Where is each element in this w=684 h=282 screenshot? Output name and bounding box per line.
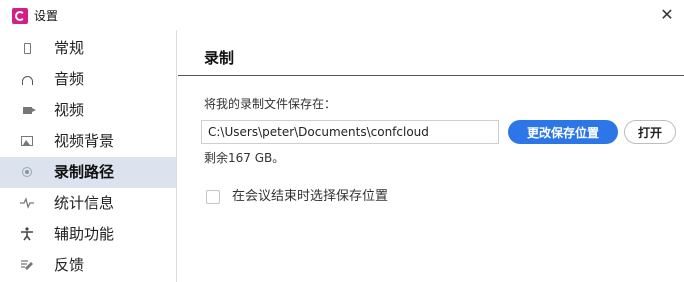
choose-location-checkbox[interactable] bbox=[206, 190, 220, 204]
open-folder-button[interactable]: 打开 bbox=[624, 120, 676, 144]
feedback-icon bbox=[20, 258, 34, 272]
settings-window: 设置 ✕ 常规 音频 视频 视频背景 录制路径 统计信息 辅助功能 反馈 录制 … bbox=[0, 0, 684, 282]
settings-content: 录制 将我的录制文件保存在： 更改保存位置 打开 剩余167 GB。 在会议结束… bbox=[178, 30, 684, 282]
save-path-label: 将我的录制文件保存在： bbox=[204, 97, 337, 111]
settings-sidebar: 常规 音频 视频 视频背景 录制路径 统计信息 辅助功能 反馈 bbox=[0, 30, 177, 282]
sidebar-item-general[interactable]: 常规 bbox=[0, 33, 176, 64]
sidebar-item-label: 音频 bbox=[54, 70, 85, 88]
pulse-icon bbox=[20, 196, 34, 210]
camera-icon bbox=[20, 103, 36, 117]
sidebar-item-label: 统计信息 bbox=[54, 194, 115, 212]
app-logo-icon bbox=[12, 8, 28, 24]
sidebar-item-video-background[interactable]: 视频背景 bbox=[0, 126, 176, 157]
sidebar-item-label: 常规 bbox=[54, 39, 85, 57]
change-location-button[interactable]: 更改保存位置 bbox=[508, 120, 618, 144]
headphone-icon bbox=[20, 72, 34, 86]
section-title: 录制 bbox=[204, 49, 235, 67]
free-space-text: 剩余167 GB。 bbox=[204, 151, 285, 165]
accessibility-icon bbox=[20, 227, 34, 241]
sidebar-item-video[interactable]: 视频 bbox=[0, 95, 176, 126]
sidebar-item-label: 视频 bbox=[54, 101, 85, 119]
sidebar-item-accessibility[interactable]: 辅助功能 bbox=[0, 219, 176, 250]
sidebar-item-recording-path[interactable]: 录制路径 bbox=[0, 157, 176, 188]
sidebar-item-audio[interactable]: 音频 bbox=[0, 64, 176, 95]
choose-location-label: 在会议结束时选择保存位置 bbox=[232, 189, 389, 204]
general-icon bbox=[20, 41, 34, 55]
close-button[interactable]: ✕ bbox=[656, 4, 678, 26]
sidebar-item-statistics[interactable]: 统计信息 bbox=[0, 188, 176, 219]
save-path-field[interactable] bbox=[201, 120, 499, 144]
sidebar-item-label: 录制路径 bbox=[54, 163, 115, 181]
sidebar-item-feedback[interactable]: 反馈 bbox=[0, 250, 176, 281]
image-icon bbox=[20, 134, 34, 148]
title-bar: 设置 ✕ bbox=[0, 0, 684, 30]
sidebar-item-label: 辅助功能 bbox=[54, 225, 115, 243]
window-title: 设置 bbox=[34, 9, 59, 23]
sidebar-item-label: 反馈 bbox=[54, 256, 85, 274]
record-icon bbox=[20, 165, 34, 179]
section-divider bbox=[178, 75, 684, 76]
sidebar-item-label: 视频背景 bbox=[54, 132, 115, 150]
